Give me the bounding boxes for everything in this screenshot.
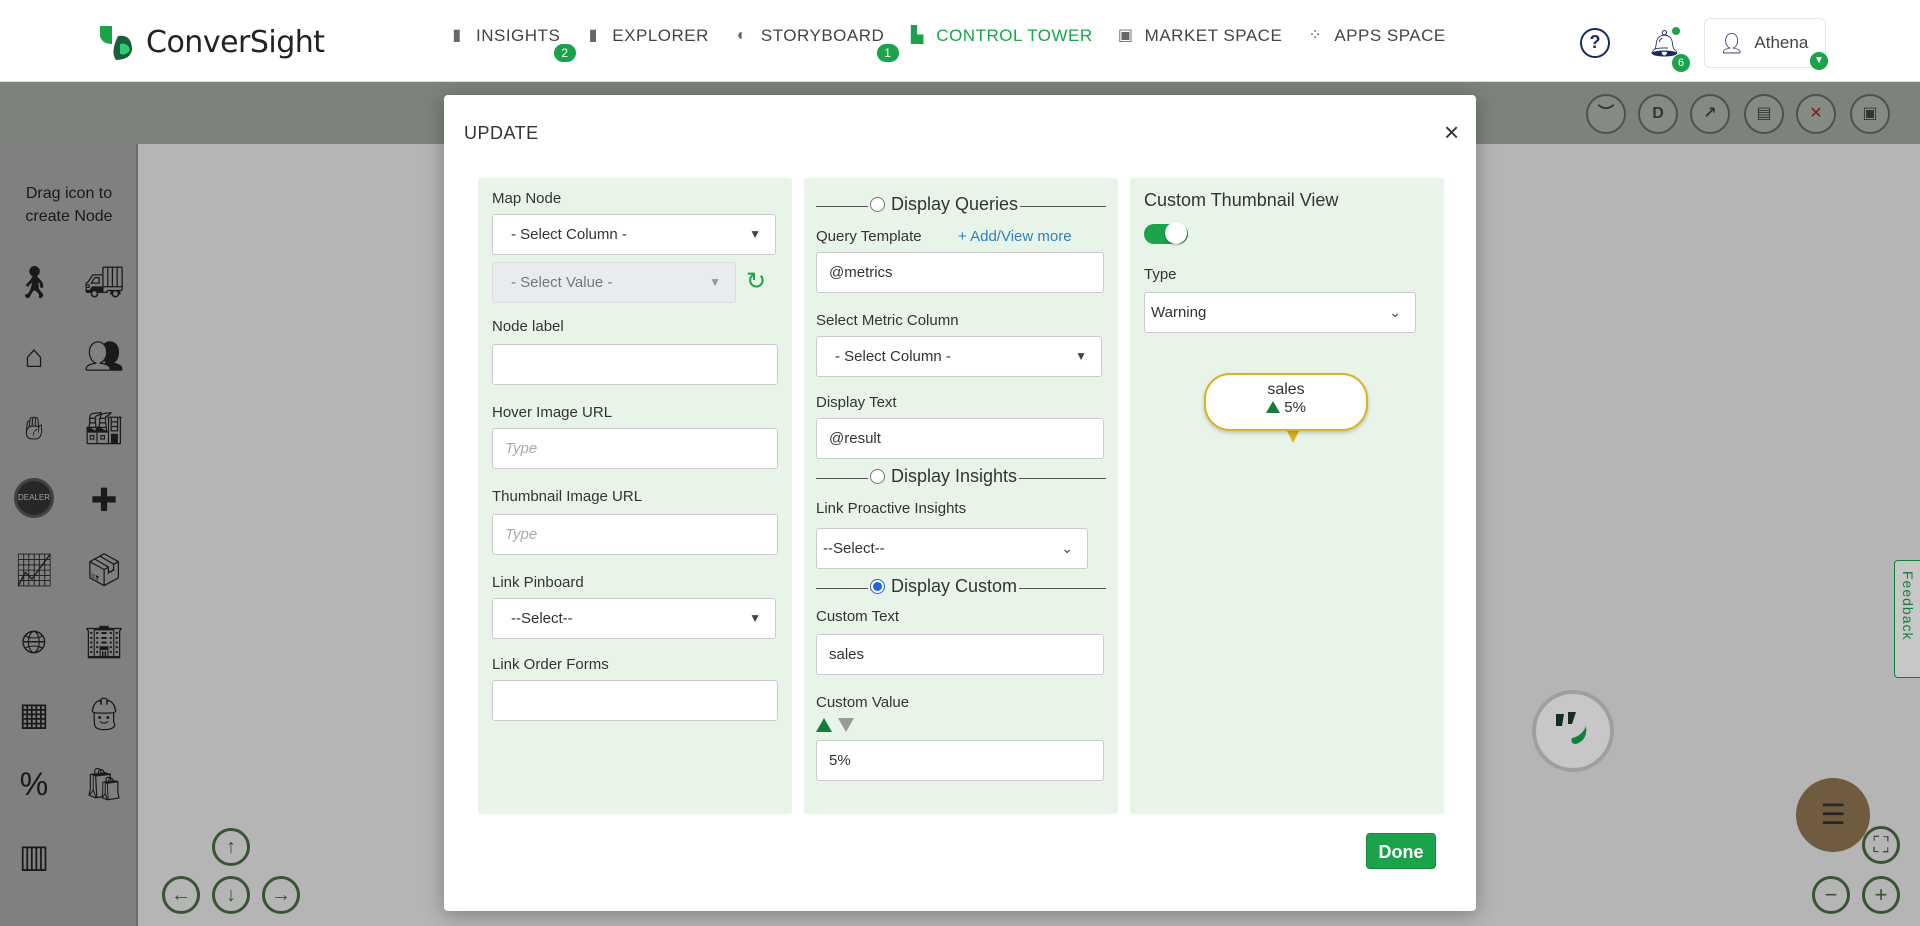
bar-chart-icon: ▮ [588,27,598,44]
nav-market-space[interactable]: ▣ MARKET SPACE [1117,26,1283,46]
map-node-column-select[interactable]: - Select Column - ▼ [492,214,776,255]
trend-down-icon[interactable] [838,718,854,732]
nav-apps-space[interactable]: ⁘ APPS SPACE [1306,26,1445,46]
thumbnail-title: Custom Thumbnail View [1144,190,1339,210]
trend-up-icon [1266,401,1281,413]
type-label: Type [1144,266,1177,283]
refresh-icon[interactable]: ↻ [746,270,766,294]
bar-chart-icon: ▮ [452,27,462,44]
display-queries-radio[interactable] [870,197,885,212]
hover-url-label: Hover Image URL [492,404,613,421]
preview-title: sales [1267,381,1305,398]
main-nav: ▮ INSIGHTS 2 ▮ EXPLORER ◐ STORYBOARD 1 ▙… [448,26,1446,62]
custom-value-input[interactable]: 5% [816,740,1104,781]
node-settings-panel: Map Node - Select Column - ▼ - Select Va… [478,178,792,814]
chevron-down-icon: ⌄ [1061,540,1073,556]
query-template-input[interactable]: @metrics [816,252,1104,293]
user-dropdown-caret-icon[interactable]: ▼ [1810,52,1828,70]
chevron-down-icon: ⌄ [1389,304,1401,320]
user-icon: 👤︎ [1719,32,1745,55]
insights-badge: 2 [554,44,576,62]
display-text-label: Display Text [816,394,897,411]
app-header: ConverSight ▮ INSIGHTS 2 ▮ EXPLORER ◐ ST… [0,0,1920,82]
store-icon: ▣ [1117,27,1134,44]
chevron-down-icon: ▼ [749,227,761,241]
brand-logo[interactable]: ConverSight [96,22,325,62]
thumb-url-input[interactable]: Type [492,514,778,555]
custom-value-label: Custom Value [816,694,910,711]
display-custom-radio[interactable] [870,579,885,594]
chevron-down-icon: ▼ [749,611,761,625]
chevron-down-icon: ▼ [1075,349,1087,363]
user-menu[interactable]: 👤︎ Athena [1704,18,1826,68]
map-node-value-select[interactable]: - Select Value - ▼ [492,262,736,303]
order-forms-input[interactable] [492,680,778,721]
proactive-insights-label: Link Proactive Insights [816,500,967,517]
notification-count-badge: 6 [1672,54,1690,72]
display-text-input[interactable]: @result [816,418,1104,459]
help-icon[interactable]: ? [1580,28,1610,58]
done-button[interactable]: Done [1366,833,1436,869]
thumbnail-toggle[interactable] [1144,222,1188,244]
pinboard-select[interactable]: --Select-- ▼ [492,598,776,639]
tower-icon: ▙ [910,27,924,44]
nav-insights[interactable]: ▮ INSIGHTS 2 [448,26,576,62]
nav-control-tower[interactable]: ▙ CONTROL TOWER [908,26,1092,46]
preview-value: 5% [1206,399,1366,416]
grid-icon: ⁘ [1308,27,1323,44]
chevron-down-icon: ▼ [709,275,721,289]
metric-column-label: Select Metric Column [816,312,959,329]
thumbnail-type-select[interactable]: Warning ⌄ [1144,292,1416,333]
globe-icon: ◐ [736,27,747,44]
nav-explorer[interactable]: ▮ EXPLORER [584,26,709,46]
display-queries-option[interactable]: Display Queries [868,194,1021,215]
brand-name: ConverSight [146,24,325,60]
trend-up-icon[interactable] [816,718,832,732]
display-insights-option[interactable]: Display Insights [868,466,1020,487]
modal-title: UPDATE [464,123,539,143]
user-name: Athena [1754,33,1809,52]
update-modal: UPDATE × Map Node - Select Column - ▼ - … [444,95,1476,911]
query-template-label: Query Template [816,228,922,245]
storyboard-badge: 1 [876,44,899,62]
custom-text-input[interactable]: sales [816,634,1104,675]
trend-direction-toggle [816,718,854,732]
custom-text-label: Custom Text [816,608,900,625]
proactive-insights-select[interactable]: --Select-- ⌄ [816,528,1088,569]
nav-storyboard[interactable]: ◐ STORYBOARD 1 [733,26,899,62]
display-settings-panel: Display Queries Query Template + Add/Vie… [804,178,1118,814]
modal-close-icon[interactable]: × [1444,119,1459,145]
metric-column-select[interactable]: - Select Column - ▼ [816,336,1102,377]
display-insights-radio[interactable] [870,469,885,484]
conversight-logo-icon [100,26,132,60]
notification-dot [1672,27,1680,35]
node-label-input[interactable] [492,344,778,385]
thumbnail-preview-bubble: sales 5% [1204,373,1368,431]
thumbnail-panel: Custom Thumbnail View Type Warning ⌄ [1130,178,1444,814]
preview-bubble-tail [1286,429,1300,443]
order-forms-label: Link Order Forms [492,656,609,673]
pinboard-label: Link Pinboard [492,574,584,591]
hover-url-input[interactable]: Type [492,428,778,469]
display-custom-option[interactable]: Display Custom [868,576,1020,597]
add-view-more-link[interactable]: + Add/View more [958,228,1072,245]
map-node-label: Map Node [492,190,562,207]
thumb-url-label: Thumbnail Image URL [492,488,643,505]
node-label-label: Node label [492,318,564,335]
